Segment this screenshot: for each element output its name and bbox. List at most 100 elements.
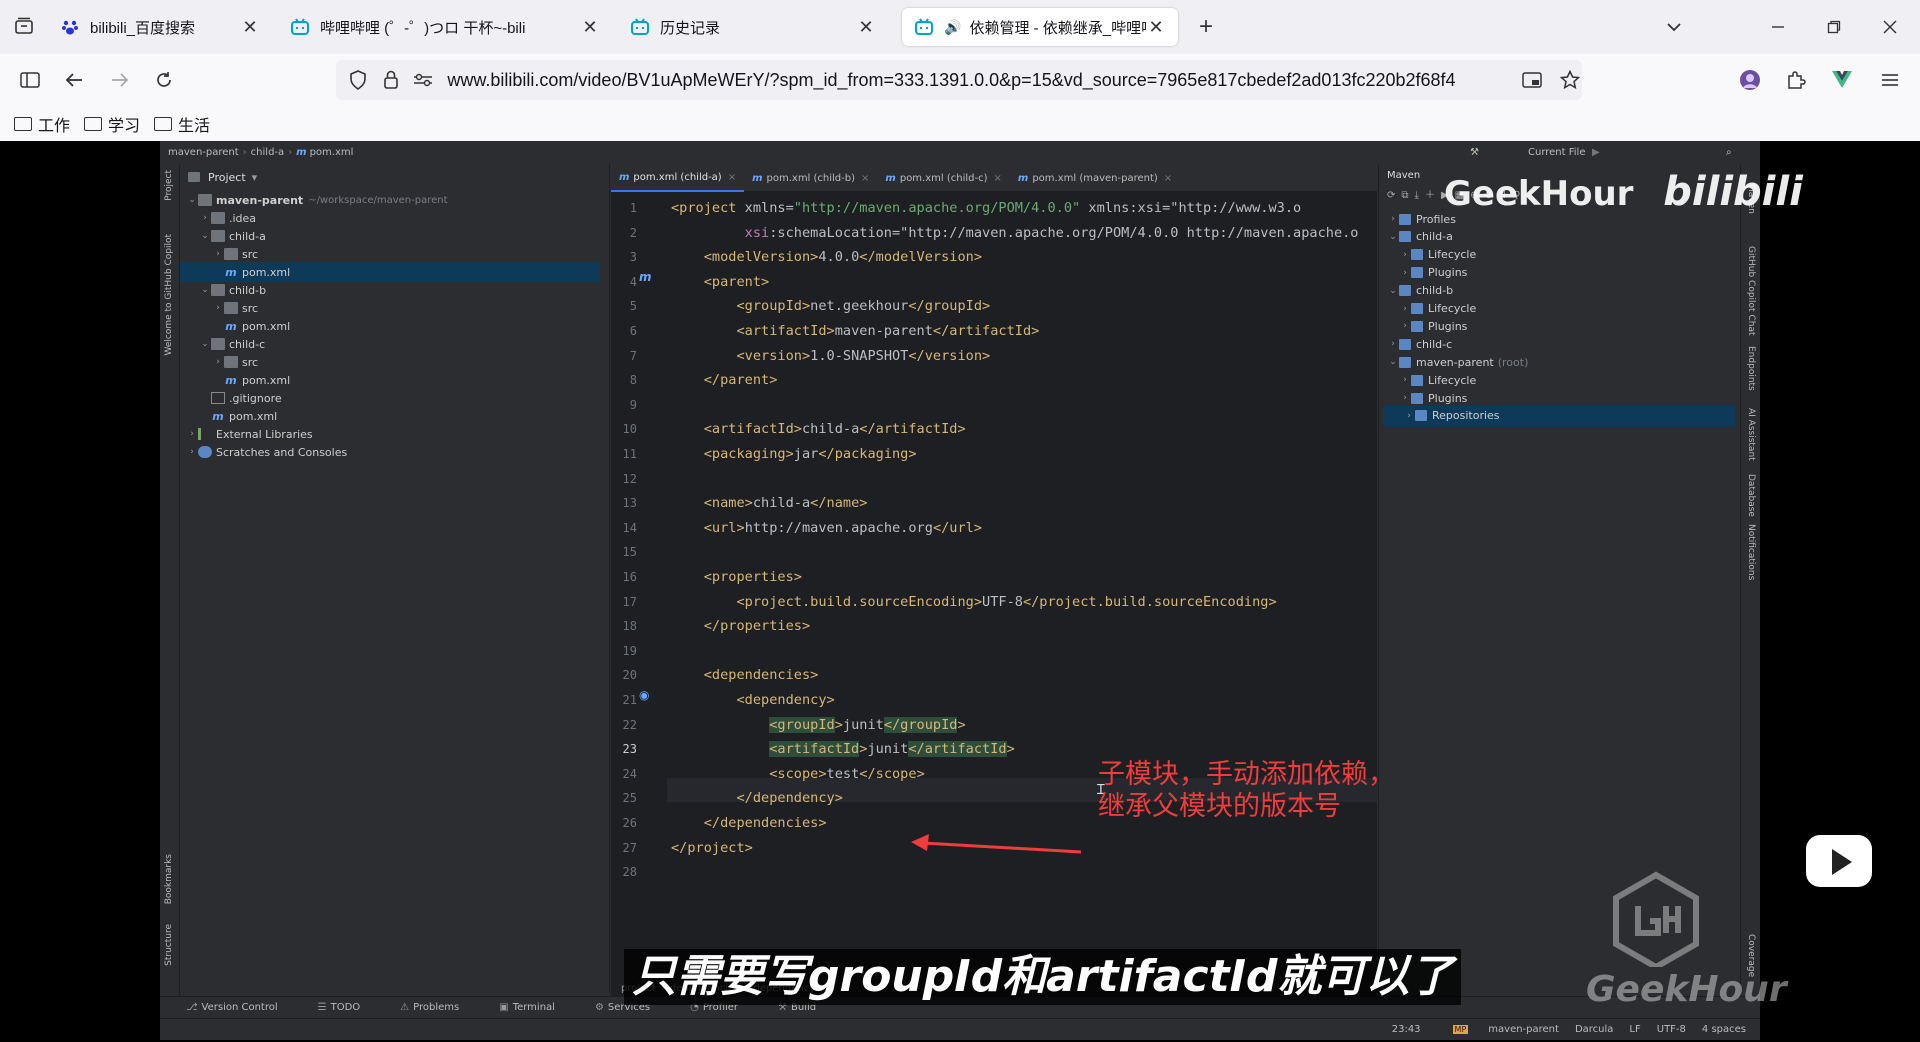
minimize-icon[interactable]: [1764, 13, 1792, 41]
code-line[interactable]: xsi:schemaLocation="http://maven.apache.…: [671, 221, 1359, 245]
close-icon[interactable]: ×: [994, 173, 1002, 184]
project-tree-item[interactable]: m pom.xml: [180, 262, 600, 282]
tab-baidu[interactable]: bilibili_百度搜索 ✕: [48, 8, 272, 46]
chevron-down-icon[interactable]: ⌄: [1387, 286, 1399, 296]
url-text[interactable]: www.bilibili.com/video/BV1uApMeWErY/?spm…: [447, 70, 1508, 91]
project-tree-item[interactable]: m pom.xml: [199, 406, 277, 426]
bottom-tool-0[interactable]: ⎇ Version Control: [186, 1002, 298, 1013]
code-area[interactable]: <project xmlns="http://maven.apache.org/…: [671, 192, 1377, 982]
chevron-down-icon[interactable]: ⌄: [199, 339, 211, 349]
menu-hamburger-icon[interactable]: [1876, 66, 1904, 94]
code-line[interactable]: </dependencies>: [671, 811, 827, 835]
bookmark-folder-life[interactable]: 生活: [154, 112, 210, 136]
chevron-down-icon[interactable]: ⌄: [186, 195, 198, 205]
bookmark-folder-study[interactable]: 学习: [84, 112, 140, 136]
code-line[interactable]: <groupId>junit</groupId>: [671, 713, 966, 737]
code-line[interactable]: <modelVersion>4.0.0</modelVersion>: [671, 245, 982, 269]
chevron-right-icon[interactable]: ›: [1399, 393, 1411, 403]
chevron-right-icon[interactable]: ›: [212, 357, 224, 367]
chevron-down-icon[interactable]: ⌄: [1387, 357, 1399, 367]
close-icon[interactable]: ×: [728, 172, 736, 183]
maven-tree-item[interactable]: › Repositories: [1383, 404, 1735, 427]
chevron-right-icon[interactable]: ›: [1399, 268, 1411, 278]
chevron-down-icon[interactable]: ⌄: [1387, 232, 1399, 242]
tab-current-video[interactable]: 🔊 依赖管理 - 依赖继承_哔哩哔 ✕: [902, 8, 1178, 46]
editor-tab[interactable]: m pom.xml (child-c) ×: [877, 164, 1009, 192]
code-line[interactable]: <parent>: [671, 270, 769, 294]
code-line[interactable]: <name>child-a</name>: [671, 491, 868, 515]
code-line[interactable]: <scope>test</scope>: [671, 762, 925, 786]
chevron-right-icon[interactable]: ›: [1399, 375, 1411, 385]
code-line[interactable]: <groupId>net.geekhour</groupId>: [671, 294, 990, 318]
chevron-down-icon[interactable]: ⌄: [199, 285, 211, 295]
chevron-right-icon[interactable]: ›: [186, 429, 198, 439]
tab-overview-icon[interactable]: [10, 12, 38, 40]
chevron-right-icon[interactable]: ›: [1403, 411, 1415, 421]
tab-list-chevron-down-icon[interactable]: [1660, 13, 1688, 41]
project-tree-item[interactable]: m pom.xml: [212, 370, 290, 390]
bottom-tool-3[interactable]: ▣ Terminal: [499, 1002, 575, 1013]
code-line[interactable]: </dependency>: [671, 786, 842, 810]
project-tree-item[interactable]: › src: [212, 244, 258, 264]
dependency-gutter-icon[interactable]: ◉: [639, 688, 649, 702]
code-line[interactable]: <project xmlns="http://maven.apache.org/…: [671, 196, 1301, 220]
url-bar[interactable]: www.bilibili.com/video/BV1uApMeWErY/?spm…: [336, 60, 1582, 100]
shield-icon[interactable]: [346, 70, 370, 90]
project-tree-item[interactable]: .gitignore: [199, 388, 282, 408]
new-tab-plus-icon[interactable]: +: [1192, 13, 1220, 41]
code-line[interactable]: </parent>: [671, 368, 778, 392]
chevron-right-icon[interactable]: ›: [1387, 339, 1399, 349]
close-icon[interactable]: ✕: [240, 17, 260, 38]
project-tree-item[interactable]: › .idea: [199, 208, 256, 228]
project-tree-item[interactable]: ⌄ child-b: [199, 280, 266, 300]
editor-tab[interactable]: m pom.xml (child-b) ×: [744, 164, 877, 192]
project-tree-item[interactable]: m pom.xml: [212, 316, 290, 336]
code-line[interactable]: <packaging>jar</packaging>: [671, 442, 917, 466]
chevron-right-icon[interactable]: ›: [1387, 214, 1399, 224]
code-line[interactable]: <artifactId>maven-parent</artifactId>: [671, 319, 1039, 343]
bilibili-play-button[interactable]: [1806, 829, 1872, 887]
close-icon[interactable]: ✕: [856, 17, 876, 38]
bottom-tool-1[interactable]: ☰ TODO: [318, 1002, 381, 1013]
code-line[interactable]: </project>: [671, 836, 753, 860]
code-line[interactable]: <dependency>: [671, 688, 834, 712]
editor-tab[interactable]: m pom.xml (child-a) ×: [611, 164, 745, 192]
project-tree-item[interactable]: › External Libraries: [186, 424, 312, 444]
video-player[interactable]: maven-parent › child-a › m pom.xml ⚒ Cur…: [0, 141, 1920, 1042]
close-icon[interactable]: ×: [1164, 173, 1172, 184]
chevron-right-icon[interactable]: ›: [1399, 304, 1411, 314]
bookmark-star-icon[interactable]: [1558, 70, 1582, 90]
code-line[interactable]: <properties>: [671, 565, 802, 589]
vue-devtools-icon[interactable]: [1828, 66, 1856, 94]
chevron-right-icon[interactable]: ›: [186, 447, 198, 457]
bottom-tool-2[interactable]: ⚠ Problems: [400, 1002, 479, 1013]
tab-history[interactable]: 历史记录 ✕: [618, 8, 888, 46]
code-line[interactable]: <dependencies>: [671, 663, 819, 687]
lock-icon[interactable]: [380, 70, 402, 90]
chevron-down-icon[interactable]: ⌄: [199, 231, 211, 241]
back-arrow-icon[interactable]: [60, 66, 88, 94]
chevron-right-icon[interactable]: ›: [212, 249, 224, 259]
project-tree-item[interactable]: ⌄ child-a: [199, 226, 266, 246]
close-icon[interactable]: ✕: [1146, 17, 1166, 38]
tab-bilibili-home[interactable]: 哔哩哔哩 (゜-゜)つロ 干杯~-bili ✕: [278, 8, 612, 46]
chevron-right-icon[interactable]: ›: [1399, 250, 1411, 260]
bookmark-folder-work[interactable]: 工作: [14, 112, 70, 136]
close-icon[interactable]: ✕: [580, 17, 600, 38]
project-tree-item[interactable]: › Scratches and Consoles: [186, 442, 347, 462]
editor-tab[interactable]: m pom.xml (maven-parent) ×: [1010, 164, 1180, 192]
profile-avatar-icon[interactable]: [1736, 66, 1764, 94]
code-editor[interactable]: m pom.xml (child-a) × m pom.xml (child-b) × m p…: [611, 164, 1377, 994]
chevron-right-icon[interactable]: ›: [1399, 321, 1411, 331]
forward-arrow-icon[interactable]: [106, 66, 134, 94]
code-line[interactable]: </properties>: [671, 614, 810, 638]
code-line[interactable]: <url>http://maven.apache.org</url>: [671, 516, 982, 540]
project-tree-item[interactable]: › src: [212, 352, 258, 372]
chevron-right-icon[interactable]: ›: [199, 213, 211, 223]
window-close-icon[interactable]: [1876, 13, 1904, 41]
reload-icon[interactable]: [150, 66, 178, 94]
sidebar-toggle-icon[interactable]: [16, 66, 44, 94]
close-icon[interactable]: ×: [861, 173, 869, 184]
code-line[interactable]: <artifactId>child-a</artifactId>: [671, 417, 966, 441]
speaker-icon[interactable]: 🔊: [944, 19, 961, 36]
